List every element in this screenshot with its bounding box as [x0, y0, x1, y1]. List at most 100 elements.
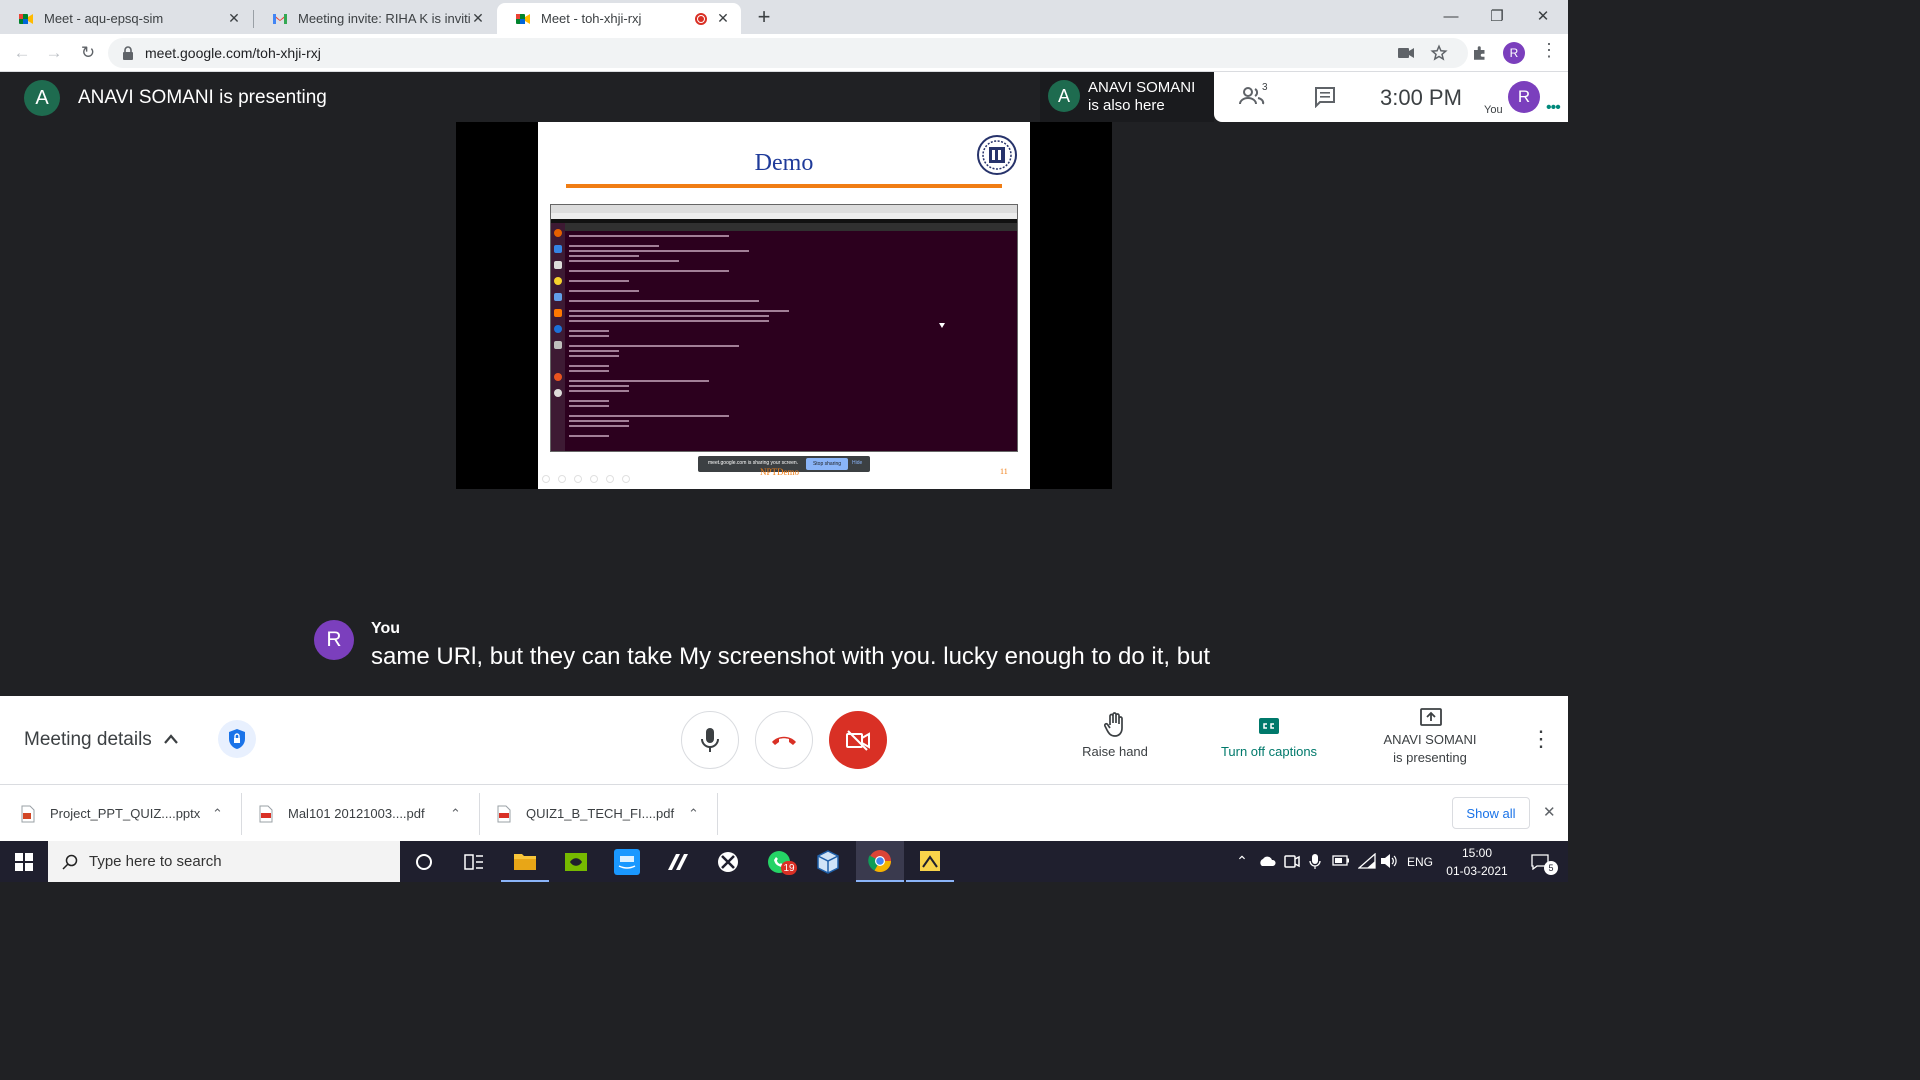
cortana-button[interactable] — [400, 841, 448, 882]
meet-now-icon[interactable] — [1284, 854, 1300, 869]
recording-indicator-icon — [695, 12, 707, 25]
self-avatar[interactable]: R — [1508, 81, 1540, 113]
download-separator — [479, 793, 480, 835]
profile-avatar[interactable]: R — [1503, 42, 1525, 64]
back-button[interactable]: ← — [10, 41, 34, 65]
terminal-text-line — [569, 370, 609, 372]
virtualbox-app[interactable] — [804, 841, 852, 882]
lock-icon[interactable] — [122, 46, 134, 60]
end-call-icon — [772, 736, 796, 745]
window-close-button[interactable]: ✕ — [1520, 0, 1566, 32]
prime-video-icon — [614, 848, 640, 875]
download-item[interactable]: QUIZ1_B_TECH_FI....pdf ⌃ — [496, 785, 708, 842]
download-filename: Project_PPT_QUIZ....pptx — [50, 806, 201, 821]
bookmark-star-icon[interactable] — [1430, 44, 1448, 62]
address-bar[interactable]: meet.google.com/toh-xhji-rxj — [108, 38, 1468, 68]
nvidia-app[interactable] — [552, 841, 600, 882]
onedrive-cloud-icon[interactable] — [1258, 855, 1276, 867]
also-here-tile[interactable]: A ANAVI SOMANI is also here — [1040, 72, 1214, 122]
meet-controls-bar: Meeting details Raise hand Turn off capt… — [0, 696, 1568, 784]
browser-tab-strip: Meet - aqu-epsq-sim ✕ Meeting invite: RI… — [0, 0, 1568, 34]
close-downloads-icon[interactable]: ✕ — [1543, 803, 1556, 821]
terminal-text-line — [569, 260, 679, 262]
meeting-details-button[interactable]: Meeting details — [24, 729, 152, 751]
restore-button[interactable]: ❐ — [1474, 0, 1520, 32]
xbox-icon — [718, 851, 738, 872]
pdf-file-icon — [259, 805, 273, 822]
action-center-button[interactable]: 5 — [1520, 841, 1560, 882]
chevron-up-icon[interactable] — [163, 733, 179, 745]
microphone-tray-icon[interactable] — [1309, 853, 1321, 870]
forward-button[interactable]: → — [42, 41, 66, 65]
close-tab-icon[interactable]: ✕ — [226, 10, 242, 27]
reload-button[interactable]: ↻ — [76, 41, 100, 65]
search-icon — [62, 854, 78, 870]
terminal-text-line — [569, 350, 619, 352]
microphone-button[interactable] — [681, 711, 739, 769]
task-view-button[interactable] — [450, 841, 498, 882]
cortana-circle-icon — [416, 853, 432, 870]
battery-icon[interactable] — [1332, 855, 1350, 866]
microphone-icon — [701, 728, 719, 752]
virtualbox-screenshot — [550, 204, 1018, 452]
nvidia-icon — [565, 852, 587, 871]
more-options-vertical-icon[interactable]: ⋮ — [1530, 726, 1552, 752]
download-item[interactable]: Mal101 20121003....pdf ⌃ — [258, 785, 470, 842]
stop-sharing-button[interactable]: Stop sharing — [806, 458, 848, 470]
download-separator — [241, 793, 242, 835]
search-placeholder: Type here to search — [89, 853, 222, 870]
taskbar-search-box[interactable]: Type here to search — [48, 841, 400, 882]
tab-meet-aqu[interactable]: Meet - aqu-epsq-sim ✕ — [0, 3, 252, 34]
camera-toggle-button[interactable] — [829, 711, 887, 769]
input-language[interactable]: ENG — [1402, 841, 1438, 882]
windows-logo-icon — [15, 852, 33, 871]
meet-main-area: A ANAVI SOMANI is presenting A ANAVI SOM… — [0, 72, 1568, 696]
camera-in-use-icon[interactable] — [1398, 46, 1414, 60]
leave-call-button[interactable] — [755, 711, 813, 769]
xbox-app[interactable] — [704, 841, 752, 882]
raise-hand-button[interactable]: Raise hand — [1074, 712, 1156, 768]
pdf-file-icon — [497, 805, 511, 822]
python-idle-app[interactable] — [906, 841, 954, 882]
close-tab-icon[interactable]: ✕ — [715, 10, 731, 27]
captions-button[interactable]: Turn off captions — [1208, 712, 1330, 768]
minimize-button[interactable]: — — [1428, 0, 1474, 32]
chevron-up-icon[interactable]: ⌃ — [450, 806, 470, 822]
tab-meeting-invite[interactable]: Meeting invite: RIHA K is inviting ✕ — [254, 3, 496, 34]
notification-count: 5 — [1544, 861, 1558, 875]
terminal-text-line — [569, 355, 619, 357]
more-options-icon[interactable]: ••• — [1546, 99, 1561, 117]
show-hidden-icons-chevron-icon[interactable]: ⌃ — [1232, 841, 1252, 882]
browser-menu-icon[interactable]: ⋮ — [1540, 40, 1558, 61]
volume-icon[interactable] — [1380, 853, 1398, 869]
chevron-up-icon[interactable]: ⌃ — [212, 806, 232, 822]
prime-video-app[interactable] — [603, 841, 651, 882]
tab-title: Meeting invite: RIHA K is inviting — [298, 11, 470, 26]
wifi-icon[interactable] — [1358, 853, 1376, 869]
show-all-downloads-button[interactable]: Show all — [1452, 797, 1530, 829]
file-explorer-app[interactable] — [501, 841, 549, 882]
whatsapp-app[interactable]: 19 — [755, 841, 803, 882]
download-filename: QUIZ1_B_TECH_FI....pdf — [526, 806, 675, 821]
new-tab-button[interactable]: + — [752, 4, 776, 30]
chrome-app[interactable] — [856, 841, 904, 882]
taskbar-clock[interactable]: 15:00 01-03-2021 — [1440, 841, 1514, 882]
tab-meet-toh[interactable]: Meet - toh-xhji-rxj ✕ — [497, 3, 741, 34]
presenting-button[interactable]: ANAVI SOMANI is presenting — [1376, 708, 1484, 772]
camera-off-icon — [846, 730, 870, 751]
browser-toolbar: ← → ↻ meet.google.com/toh-xhji-rxj R ⋮ — [0, 34, 1568, 72]
host-controls-button[interactable] — [218, 720, 256, 758]
presenting-label-name: ANAVI SOMANI — [1383, 732, 1477, 747]
task-view-icon — [464, 853, 483, 870]
hide-share-bar-button[interactable]: Hide — [852, 460, 862, 466]
extensions-puzzle-icon[interactable] — [1471, 44, 1489, 62]
captions-label: Turn off captions — [1220, 744, 1318, 759]
start-button[interactable] — [0, 841, 48, 882]
terminal-text-line — [569, 390, 629, 392]
chevron-up-icon[interactable]: ⌃ — [688, 806, 708, 822]
chat-icon[interactable] — [1314, 86, 1336, 108]
editor-app[interactable] — [654, 841, 702, 882]
download-item[interactable]: Project_PPT_QUIZ....pptx ⌃ — [20, 785, 232, 842]
close-tab-icon[interactable]: ✕ — [470, 10, 486, 27]
slide-footer: NPTDemo — [760, 467, 799, 477]
